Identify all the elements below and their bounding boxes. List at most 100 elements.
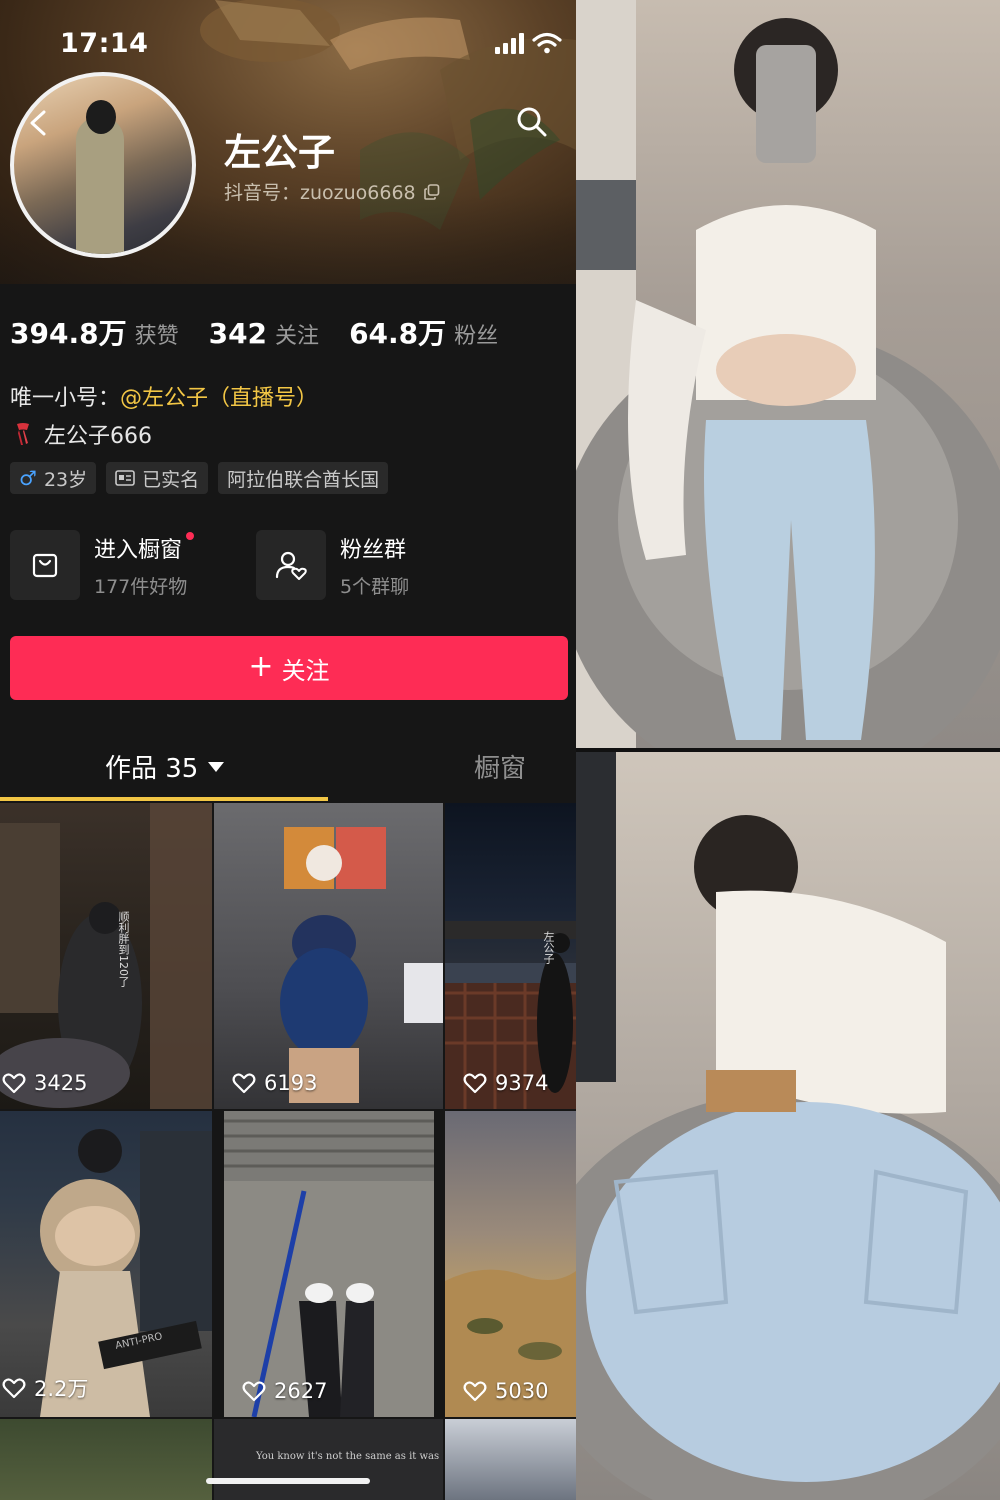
douyin-id-row: 抖音号：zuozuo6668 [224, 178, 440, 205]
video-likes-count: 6193 [264, 1071, 318, 1095]
shopping-bag-icon [32, 553, 58, 578]
tag-verified-label: 已实名 [142, 468, 200, 491]
heart-icon [232, 1073, 256, 1094]
photo-top [576, 0, 1000, 748]
wifi-icon [532, 32, 562, 54]
heart-icon [2, 1073, 26, 1094]
video-thumbnail[interactable]: 2627 [224, 1111, 434, 1417]
photo-top-art [576, 0, 1000, 748]
shop-subtitle: 177件好物 [94, 575, 188, 598]
stat-likes[interactable]: 394.8万 获赞 [10, 312, 179, 352]
video-likes: 5030 [463, 1379, 548, 1403]
video-likes: 9374 [463, 1071, 548, 1095]
video-thumbnail[interactable]: 左公子 9374 [445, 803, 576, 1109]
fan-group-text: 粉丝群 5个群聊 [340, 532, 409, 599]
shop-text: 进入橱窗 177件好物 [94, 531, 195, 599]
home-indicator[interactable] [206, 1478, 370, 1484]
profile-tags: ♂ 23岁 已实名 阿拉伯联合酋长国 [10, 462, 389, 494]
video-likes-count: 9374 [495, 1071, 549, 1095]
video-thumbnail[interactable]: 顺利胖到120了 3425 [0, 803, 212, 1109]
stats-row: 394.8万 获赞 342 关注 64.8万 粉丝 [10, 312, 498, 352]
bio-mention-link[interactable]: @左公子（直播号） [120, 386, 318, 411]
stat-following-label: 关注 [275, 324, 320, 349]
tab-works-label: 作品 35 [105, 754, 199, 784]
male-icon: ♂ [19, 466, 37, 490]
video-1-art [0, 803, 212, 1109]
tag-location-label: 阿拉伯联合酋长国 [227, 468, 380, 491]
photo-bottom-art [576, 752, 1000, 1500]
follow-button[interactable]: + 关注 [10, 636, 568, 700]
video-2-art [280, 827, 443, 1103]
notification-dot [186, 531, 195, 540]
fan-group-icon [275, 551, 307, 580]
video-1-caption: 顺利胖到120了 [117, 911, 130, 987]
video-4-art [40, 1129, 212, 1417]
video-thumbnail[interactable] [445, 1419, 576, 1500]
douyin-id: 抖音号：zuozuo6668 [224, 182, 416, 204]
active-tab-indicator [0, 797, 328, 801]
stat-following-value: 342 [208, 317, 268, 350]
video-likes: 3425 [2, 1071, 87, 1095]
video-likes: 2627 [242, 1379, 327, 1403]
avatar-head [86, 100, 116, 134]
bio-prefix: 唯一小号： [10, 386, 121, 411]
video-likes: 2.2万 [2, 1373, 88, 1403]
video-grid: 顺利胖到120了 3425 6193 左公子 9374 ANTI-PRO 2.2… [0, 803, 576, 1500]
stat-followers-value: 64.8万 [349, 317, 447, 350]
photo-bottom [576, 752, 1000, 1500]
search-icon[interactable] [514, 104, 550, 140]
stat-likes-label: 获赞 [134, 324, 179, 349]
shop-title-wrap: 进入橱窗 [94, 531, 195, 564]
plus-icon: + [248, 649, 274, 684]
stat-followers[interactable]: 64.8万 粉丝 [349, 312, 498, 352]
profile-name: 左公子 [224, 131, 335, 174]
video-likes-count: 5030 [495, 1379, 549, 1403]
video-likes: 6193 [232, 1071, 317, 1095]
heart-icon [463, 1381, 487, 1402]
video-3-caption: 左公子 [542, 931, 555, 964]
video-thumbnail[interactable]: ANTI-PRO 2.2万 [0, 1111, 212, 1417]
cellular-signal-icon [495, 32, 524, 54]
tag-gender-age: ♂ 23岁 [10, 462, 97, 494]
heart-icon [2, 1378, 26, 1399]
bio-line-2: 左公子666 [10, 418, 152, 450]
avatar-figure [76, 116, 124, 254]
bio-line-1: 唯一小号：@左公子（直播号） [10, 380, 318, 412]
scarf-emoji-icon [17, 423, 29, 445]
video-3-art [445, 921, 576, 1109]
shop-title: 进入橱窗 [94, 537, 183, 563]
fan-group-subtitle: 5个群聊 [340, 575, 410, 598]
video-5-art [224, 1111, 434, 1417]
tag-location: 阿拉伯联合酋长国 [218, 462, 389, 494]
tab-works[interactable]: 作品 35 [105, 748, 225, 785]
video-thumbnail[interactable]: 6193 [214, 803, 443, 1109]
video-6-art [445, 1269, 576, 1417]
avatar[interactable] [10, 72, 196, 258]
content-tabs: 作品 35 橱窗 [0, 740, 576, 802]
tag-age: 23岁 [43, 468, 88, 491]
follow-button-label: 关注 [281, 656, 330, 685]
status-time: 17:14 [60, 28, 149, 59]
fan-group-entry[interactable]: 粉丝群 5个群聊 [256, 530, 409, 600]
video-thumbnail[interactable] [0, 1419, 212, 1500]
stat-likes-value: 394.8万 [10, 317, 127, 350]
shop-icon-box [10, 530, 80, 600]
video-likes-count: 3425 [34, 1071, 88, 1095]
video-likes-count: 2627 [274, 1379, 328, 1403]
stat-followers-label: 粉丝 [454, 324, 499, 349]
copy-icon[interactable] [423, 183, 440, 200]
heart-icon [463, 1073, 487, 1094]
back-arrow-icon[interactable] [26, 110, 52, 136]
tab-shop-window[interactable]: 橱窗 [474, 748, 526, 785]
stat-following[interactable]: 342 关注 [209, 317, 319, 350]
fan-group-icon-box [256, 530, 326, 600]
profile-screen: 17:14 左公子 抖音号：zuozuo6668 394.8万 获赞 342 关… [0, 0, 576, 1500]
caret-down-icon[interactable] [208, 761, 225, 772]
bio-text: 左公子666 [44, 424, 152, 449]
tag-verified: 已实名 [106, 462, 209, 494]
fan-group-title: 粉丝群 [340, 537, 407, 563]
video-thumbnail[interactable]: You know it's not the same as it was [214, 1419, 443, 1500]
shop-window-entry[interactable]: 进入橱窗 177件好物 [10, 530, 195, 600]
video-thumbnail[interactable]: 5030 [445, 1111, 576, 1417]
status-icons [495, 32, 562, 54]
